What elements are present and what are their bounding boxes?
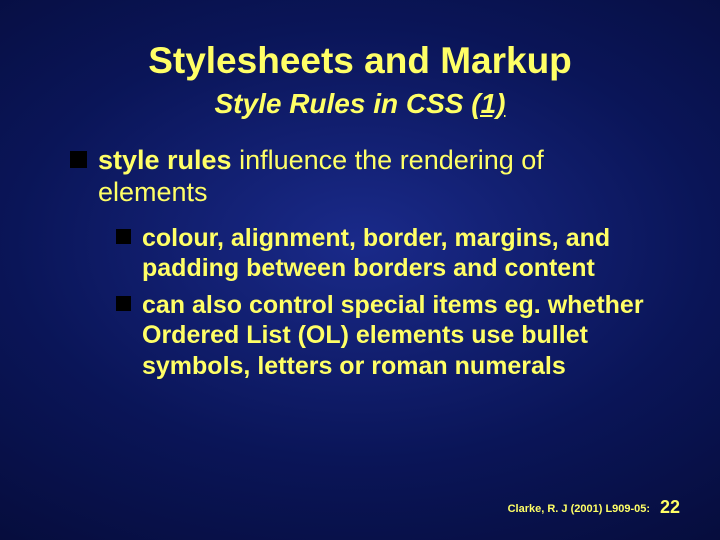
slide-subtitle: Style Rules in CSS (1) <box>0 88 720 120</box>
bullet-list-level2: colour, alignment, border, margins, and … <box>98 223 660 382</box>
footer-attribution: Clarke, R. J (2001) L909-05: <box>508 503 650 515</box>
bullet-l2: can also control special items eg. wheth… <box>116 290 660 382</box>
bullet-l2: colour, alignment, border, margins, and … <box>116 223 660 284</box>
bullet-l1: style rules influence the rendering of e… <box>70 145 660 381</box>
bullet-list-level1: style rules influence the rendering of e… <box>70 145 660 381</box>
slide-footer: Clarke, R. J (2001) L909-05: 22 <box>508 497 680 518</box>
subtitle-text: Style Rules in CSS <box>215 88 472 119</box>
bullet-l1-lead: style rules <box>98 145 232 175</box>
subtitle-emphasis: (1) <box>471 88 505 119</box>
slide-title: Stylesheets and Markup <box>0 40 720 82</box>
slide: Stylesheets and Markup Style Rules in CS… <box>0 0 720 540</box>
slide-body: style rules influence the rendering of e… <box>70 145 660 395</box>
footer-page-number: 22 <box>660 497 680 517</box>
